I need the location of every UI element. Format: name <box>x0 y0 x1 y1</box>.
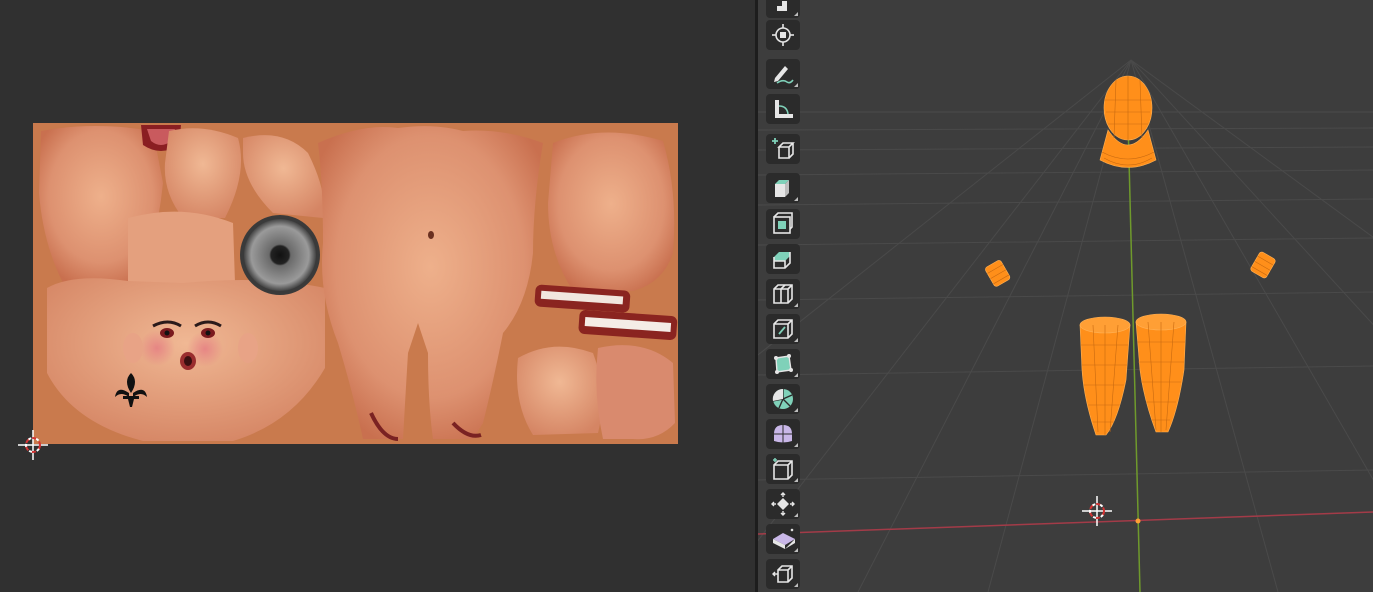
select-box-icon <box>777 1 787 11</box>
bevel-icon <box>773 252 791 269</box>
inset-faces-tool[interactable] <box>766 209 800 239</box>
add-cube-tool[interactable] <box>766 134 800 164</box>
uv-editor-area[interactable] <box>0 0 755 592</box>
tool-submenu-indicator <box>794 513 798 517</box>
tool-submenu-indicator <box>794 338 798 342</box>
shrink-fatten-tool[interactable] <box>766 489 800 519</box>
tool-submenu-indicator <box>794 548 798 552</box>
mesh-left-wrist <box>985 260 1011 287</box>
floor-grid <box>758 59 1373 592</box>
smooth-vertices-icon <box>774 425 792 443</box>
measure-ruler-icon <box>775 100 793 118</box>
mesh-right-leg <box>1135 313 1187 433</box>
spin-tool[interactable] <box>766 384 800 414</box>
uv-island-hand-4 <box>596 345 675 440</box>
uv-island-scalp <box>128 211 235 288</box>
edge-slide-tool[interactable] <box>766 454 800 484</box>
mesh-head <box>1099 75 1157 168</box>
tool-submenu-indicator <box>794 373 798 377</box>
blender-window <box>0 0 1373 592</box>
knife-tool[interactable] <box>766 314 800 344</box>
cursor-tool[interactable] <box>766 20 800 50</box>
uv-island-hand-3 <box>517 346 602 435</box>
selected-mesh <box>985 75 1276 436</box>
tool-shelf <box>766 0 802 592</box>
mesh-right-wrist <box>1250 251 1276 279</box>
rip-region-tool[interactable] <box>766 559 800 589</box>
tool-submenu-indicator <box>794 583 798 587</box>
add-cube-icon <box>772 138 795 159</box>
rip-region-icon <box>772 565 793 583</box>
extrude-region-icon <box>775 180 789 197</box>
measure-tool[interactable] <box>766 94 800 124</box>
poly-build-tool[interactable] <box>766 349 800 379</box>
tool-submenu-indicator <box>794 197 798 201</box>
spin-icon <box>772 388 793 409</box>
uv-island-hand-1 <box>164 128 242 218</box>
texture-image[interactable] <box>33 123 678 444</box>
tool-submenu-indicator <box>794 443 798 447</box>
inset-faces-icon <box>773 212 793 234</box>
uv-island-front <box>548 132 675 291</box>
tool-submenu-indicator <box>794 83 798 87</box>
bevel-tool[interactable] <box>766 244 800 274</box>
mesh-left-leg <box>1079 316 1131 436</box>
loop-cut-icon <box>773 284 793 304</box>
tool-submenu-indicator <box>794 408 798 412</box>
annotate-tool[interactable] <box>766 59 800 89</box>
tool-submenu-indicator <box>794 303 798 307</box>
edge-slide-icon <box>773 458 793 480</box>
2d-cursor-icon[interactable] <box>18 430 48 460</box>
shear-icon <box>773 528 795 549</box>
shear-tool[interactable] <box>766 524 800 554</box>
cursor-icon <box>772 24 794 46</box>
shrink-fatten-icon <box>771 492 795 516</box>
object-origin <box>1135 518 1141 524</box>
viewport-scene[interactable] <box>758 0 1373 592</box>
x-axis-line <box>758 511 1373 535</box>
select-box-tool[interactable] <box>766 0 800 18</box>
tool-submenu-indicator <box>794 12 798 16</box>
loop-cut-tool[interactable] <box>766 279 800 309</box>
knife-icon <box>773 319 793 339</box>
poly-build-icon <box>774 354 793 374</box>
3d-viewport-area[interactable] <box>758 0 1373 592</box>
annotate-pencil-icon <box>774 66 794 84</box>
3d-cursor-icon[interactable] <box>1082 496 1112 526</box>
uv-island-eyeball <box>240 215 320 295</box>
extrude-region-tool[interactable] <box>766 173 800 203</box>
smooth-tool[interactable] <box>766 419 800 449</box>
tool-submenu-indicator <box>794 478 798 482</box>
